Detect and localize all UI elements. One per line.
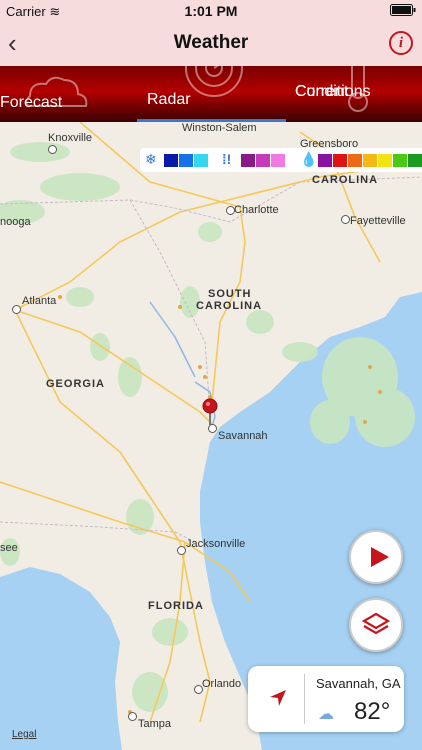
mix-icon: ⁞! [222,151,232,167]
city-marker [128,712,137,721]
navigation-bar: ‹ Weather i [0,22,422,66]
radar-map[interactable]: Knoxville Winston-Salem Greensboro Charl… [0,122,422,750]
legend-swatch [194,154,208,167]
legend-swatch [179,154,193,167]
tab-forecast[interactable]: Forecast [0,66,136,122]
rain-drop-icon: 💧 [300,151,318,167]
location-pin-icon[interactable] [201,397,221,427]
info-button[interactable]: i [389,31,413,55]
city-marker [48,145,57,154]
snow-icon: ❄ [145,151,157,167]
state-label-carolina: CAROLINA [196,300,263,312]
play-icon [371,547,389,567]
state-label-north-carolina: CAROLINA [312,174,379,186]
state-label-south: SOUTH [208,288,252,300]
location-card[interactable]: Savannah, GA ☁ 82° [248,666,404,732]
city-tampa: Tampa [138,718,172,730]
battery-icon [390,4,416,19]
city-knoxville: Knoxville [48,132,93,144]
location-city: Savannah, GA [316,676,401,691]
legend-swatch [318,154,332,167]
temperature-value: 82° [354,698,391,725]
state-label-florida: FLORIDA [148,600,204,612]
legend-swatch [241,154,255,167]
city-chattanooga-partial: nooga [0,216,31,228]
tab-current-conditions[interactable]: Current Conditions [287,66,422,122]
page-title: Weather [173,32,249,53]
rain-cloud-icon: ☁ [318,706,334,723]
play-button[interactable] [349,530,403,584]
card-divider [304,674,305,724]
city-winston-salem: Winston-Salem [182,122,257,134]
city-marker [194,685,203,694]
legend-swatch [348,154,362,167]
legend-swatch [256,154,270,167]
legend-swatch [408,154,422,167]
city-tallahassee-partial: see [0,542,18,554]
state-label-georgia: GEORGIA [46,378,105,390]
radar-legend: ❄ ⁞! 💧 [140,148,422,172]
legend-swatch [393,154,407,167]
layers-button[interactable] [349,598,403,652]
legal-link[interactable]: Legal [12,729,36,740]
tab-bar: Forecast Radar Current Conditions [0,66,422,122]
layers-icon [361,612,391,635]
city-fayetteville: Fayetteville [350,215,406,227]
city-marker [226,206,235,215]
city-marker [12,305,21,314]
tab-radar-label: Radar [147,91,191,108]
tab-forecast-label: Forecast [0,94,63,111]
status-time: 1:01 PM [184,3,238,19]
city-marker [177,546,186,555]
tab-radar[interactable]: Radar [137,66,286,122]
city-atlanta: Atlanta [22,295,57,307]
city-charlotte: Charlotte [234,204,279,216]
city-savannah: Savannah [218,430,268,442]
city-jacksonville: Jacksonville [186,538,246,550]
legend-swatch [271,154,285,167]
city-marker [341,215,350,224]
legend-swatch [164,154,178,167]
legend-swatch [333,154,347,167]
status-bar: Carrier ≋ 1:01 PM [0,0,422,22]
legend-swatch [378,154,392,167]
legend-swatch [363,154,377,167]
city-orlando: Orlando [202,678,242,690]
location-arrow-icon[interactable] [268,688,288,708]
